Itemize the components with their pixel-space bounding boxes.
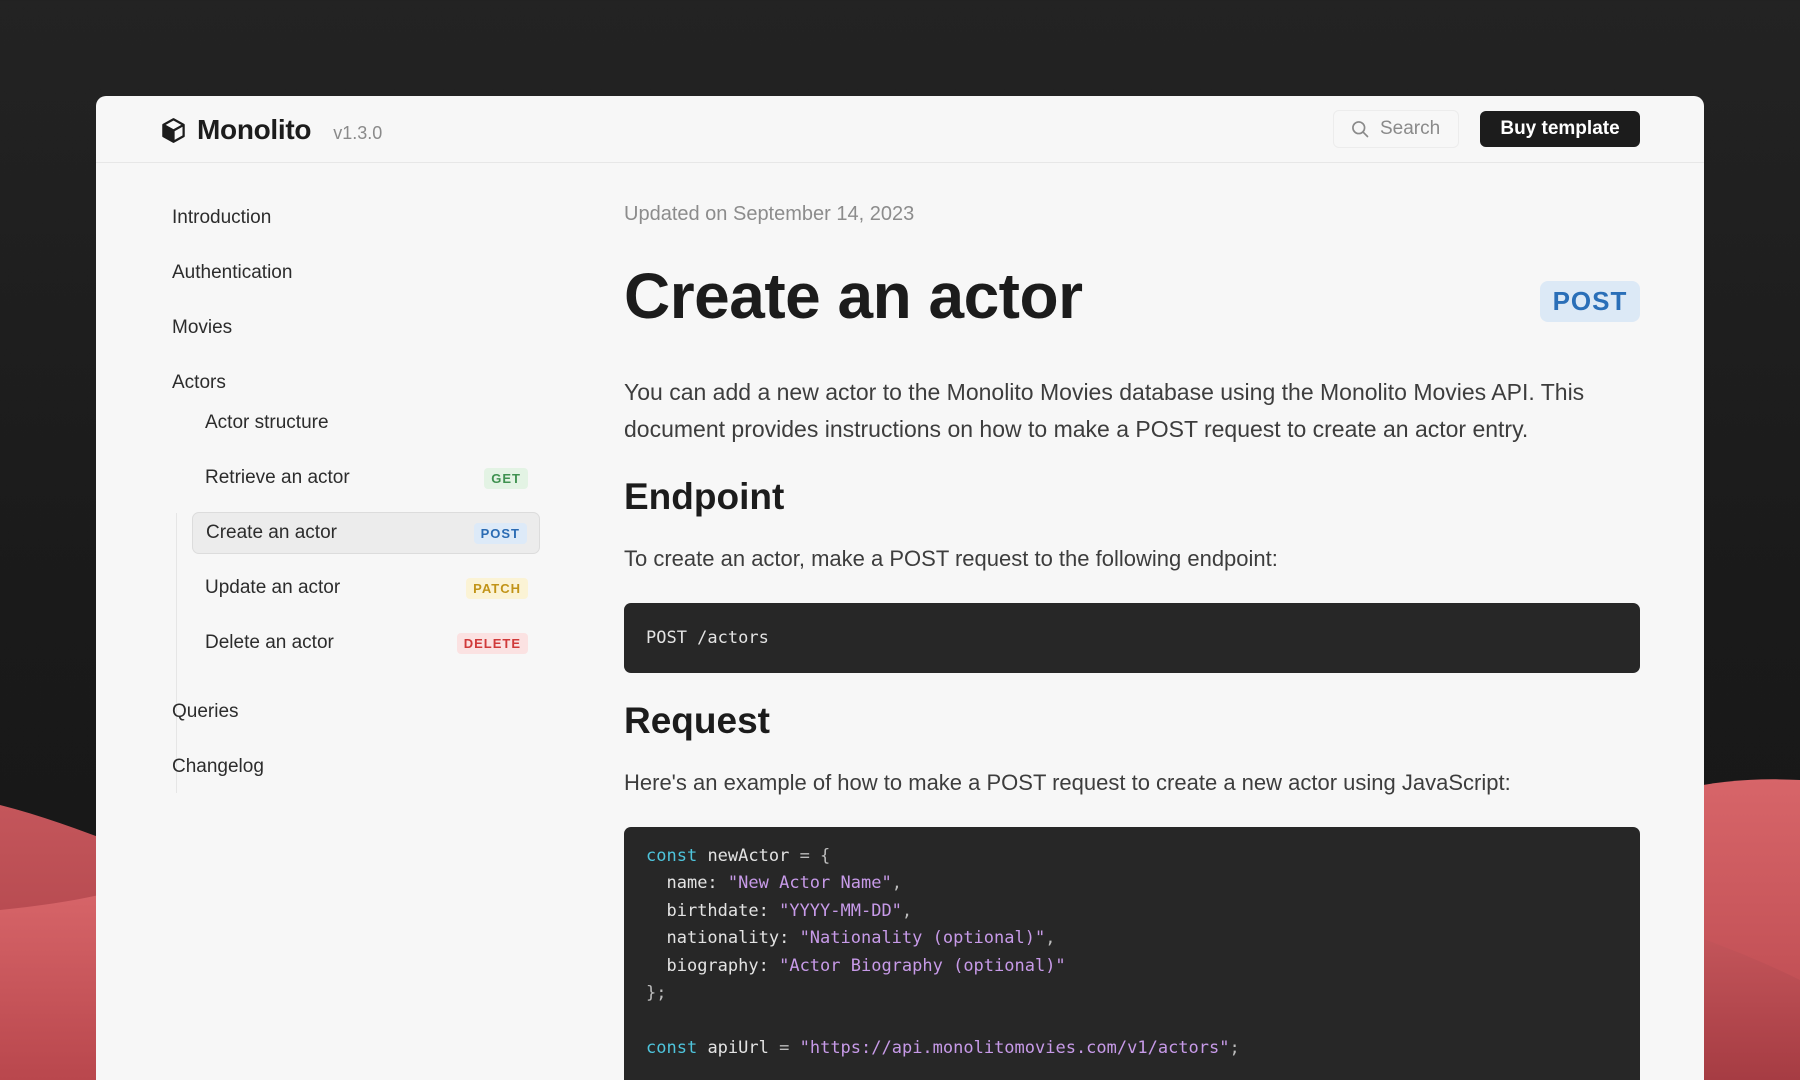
endpoint-heading: Endpoint — [624, 476, 785, 517]
code-keyword: const — [646, 846, 698, 866]
code-line: biography: "Actor Biography (optional)" — [646, 953, 1618, 980]
subnav-item-delete-actor[interactable]: Delete an actor DELETE — [192, 622, 540, 664]
cube-logo-icon — [162, 117, 185, 143]
code-key: nationality: — [666, 928, 790, 949]
subnav-item-label: Retrieve an actor — [205, 467, 350, 488]
post-method-badge: POST — [473, 522, 527, 544]
code-string: "Nationality (optional)" — [799, 928, 1046, 949]
code-string: "Actor Biography (optional)" — [779, 955, 1066, 976]
request-code-block[interactable]: const newActor = { name: "New Actor Name… — [624, 827, 1640, 1080]
subnav-divider — [176, 513, 177, 793]
buy-template-button[interactable]: Buy template — [1480, 111, 1640, 147]
subnav-item-label: Create an actor — [206, 522, 337, 543]
brand-name: Monolito — [197, 114, 312, 145]
top-bar: Monolito v1.3.0 Search Buy template — [96, 96, 1704, 163]
sidebar-item-actors[interactable]: Actors — [172, 368, 226, 398]
endpoint-code-block[interactable]: POST /actors — [624, 603, 1640, 673]
get-method-badge: GET — [484, 467, 528, 489]
subnav-item-label: Delete an actor — [205, 632, 334, 653]
code-line: }; — [646, 980, 1618, 1007]
subnav-item-label: Update an actor — [205, 577, 341, 598]
search-label: Search — [1380, 118, 1441, 139]
code-punctuation: = { — [799, 846, 831, 866]
sidebar-item-changelog[interactable]: Changelog — [172, 752, 264, 782]
sidebar: Introduction Authentication Movies Actor… — [96, 163, 576, 1080]
code-line: const apiUrl = "https://api.monolitomovi… — [646, 1035, 1618, 1062]
request-heading: Request — [624, 700, 770, 741]
post-method-badge-large: POST — [1540, 281, 1640, 322]
subnav-item-create-actor[interactable]: Create an actor POST — [192, 512, 540, 554]
brand[interactable]: Monolito v1.3.0 — [160, 114, 382, 146]
sidebar-item-introduction[interactable]: Introduction — [172, 203, 271, 233]
code-punctuation: , — [1045, 928, 1056, 949]
updated-date: Updated on September 14, 2023 — [624, 203, 915, 225]
code-string: "New Actor Name" — [727, 873, 892, 894]
code-punctuation: ; — [1229, 1037, 1240, 1058]
intro-paragraph: You can add a new actor to the Monolito … — [624, 379, 1585, 442]
code-punctuation: , — [901, 900, 913, 921]
code-line: nationality: "Nationality (optional)", — [646, 925, 1618, 952]
search-icon — [1352, 121, 1369, 138]
subnav-item-update-actor[interactable]: Update an actor PATCH — [192, 567, 540, 609]
code-line: name: "New Actor Name", — [646, 870, 1618, 897]
sidebar-item-queries[interactable]: Queries — [172, 697, 239, 727]
request-description: Here's an example of how to make a POST … — [624, 770, 1511, 795]
endpoint-description: To create an actor, make a POST request … — [624, 546, 1278, 571]
version-label: v1.3.0 — [333, 122, 383, 143]
code-key: name: — [666, 873, 718, 894]
code-key: biography: — [666, 955, 769, 976]
delete-method-badge: DELETE — [456, 632, 528, 654]
page-title: Create an actor — [624, 260, 1083, 332]
endpoint-code: POST /actors — [646, 628, 769, 648]
subnav-item-retrieve-actor[interactable]: Retrieve an actor GET — [192, 457, 540, 499]
code-string: "YYYY-MM-DD" — [779, 900, 902, 921]
code-punctuation: }; — [646, 982, 667, 1003]
subnav-item-actor-structure[interactable]: Actor structure — [192, 402, 540, 444]
search-button[interactable]: Search — [1333, 110, 1459, 148]
code-key: birthdate: — [666, 900, 769, 921]
code-variable: newActor — [707, 846, 790, 866]
code-line: birthdate: "YYYY-MM-DD", — [646, 898, 1618, 925]
code-string: "https://api.monolitomovies.com/v1/actor… — [799, 1037, 1230, 1058]
subnav-item-label: Actor structure — [205, 412, 329, 433]
code-punctuation: = — [779, 1037, 790, 1058]
patch-method-badge: PATCH — [466, 577, 528, 599]
code-line: const newActor = { — [646, 843, 1618, 870]
code-variable: apiUrl — [707, 1037, 769, 1058]
docs-window: Monolito v1.3.0 Search Buy template Intr… — [96, 96, 1704, 1080]
sidebar-item-authentication[interactable]: Authentication — [172, 258, 292, 288]
code-keyword: const — [646, 1037, 698, 1058]
code-punctuation: , — [891, 873, 902, 894]
sidebar-item-movies[interactable]: Movies — [172, 313, 232, 343]
